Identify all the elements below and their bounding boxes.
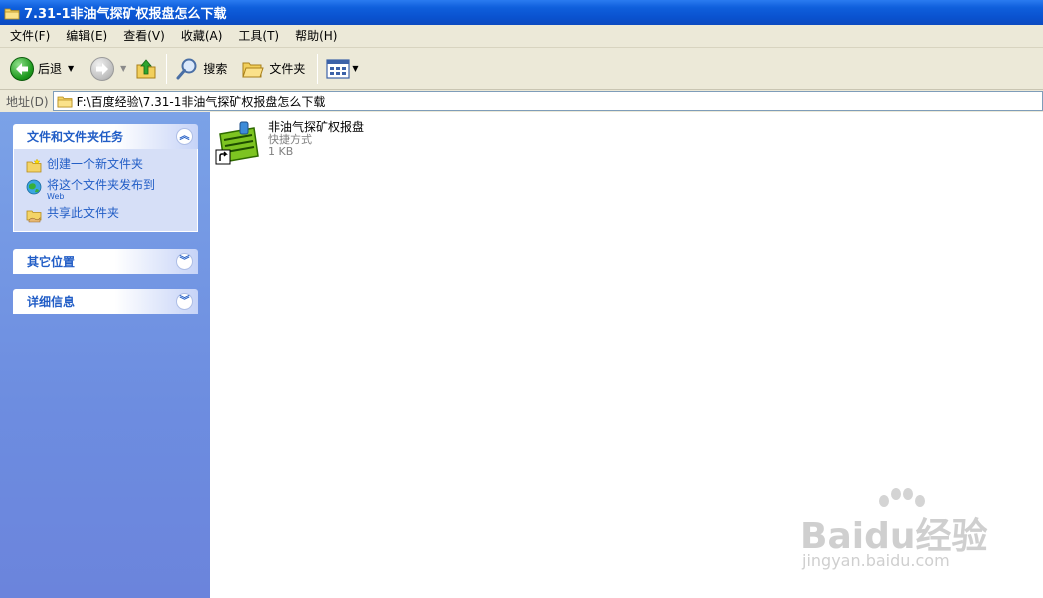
menu-favorites[interactable]: 收藏(A) <box>175 26 229 46</box>
task-label: 创建一个新文件夹 <box>47 157 144 171</box>
back-arrow-icon <box>10 56 34 81</box>
folders-button[interactable]: 文件夹 <box>237 52 309 86</box>
watermark-url: jingyan.baidu.com <box>802 551 950 570</box>
expand-chevron-icon[interactable]: ︾ <box>176 253 193 270</box>
folders-label: 文件夹 <box>269 62 306 76</box>
details-panel: 详细信息 ︾ <box>13 289 198 314</box>
other-places-panel: 其它位置 ︾ <box>13 249 198 274</box>
folder-icon <box>57 94 73 108</box>
tasks-list: 创建一个新文件夹 将这个文件夹发布到 Web 共享此文件夹 <box>13 149 198 232</box>
back-label: 后退 <box>38 62 63 76</box>
title-bar[interactable]: 7.31-1非油气探矿权报盘怎么下载 <box>0 0 1043 25</box>
baidu-watermark-logo: Baidu经验 jingyan.baidu.com <box>800 487 1000 582</box>
task-label: 将这个文件夹发布到 <box>47 178 156 192</box>
panel-title: 详细信息 <box>27 295 76 309</box>
share-folder-icon <box>26 207 42 223</box>
task-sublabel: Web <box>47 192 65 201</box>
details-header[interactable]: 详细信息 ︾ <box>13 289 198 314</box>
search-icon <box>175 57 199 81</box>
panel-title: 文件和文件夹任务 <box>27 130 124 144</box>
menu-tools[interactable]: 工具(T) <box>232 26 285 46</box>
new-folder-icon <box>26 158 42 174</box>
address-path: F:\百度经验\7.31-1非油气探矿权报盘怎么下载 <box>76 94 326 109</box>
expand-chevron-icon[interactable]: ︾ <box>176 293 193 310</box>
other-places-header[interactable]: 其它位置 ︾ <box>13 249 198 274</box>
folders-icon <box>241 57 265 81</box>
folder-icon <box>4 6 20 20</box>
file-info: 非油气探矿权报盘 快捷方式 1 KB <box>268 121 364 168</box>
file-folder-tasks-header[interactable]: 文件和文件夹任务 ︽ <box>13 124 198 149</box>
menu-bar: 文件(F) 编辑(E) 查看(V) 收藏(A) 工具(T) 帮助(H) <box>0 25 1043 48</box>
task-new-folder[interactable]: 创建一个新文件夹 <box>26 157 197 174</box>
task-label: 共享此文件夹 <box>47 206 120 220</box>
menu-view[interactable]: 查看(V) <box>117 26 171 46</box>
toolbar-separator <box>166 53 168 84</box>
globe-icon <box>26 179 42 195</box>
address-bar: 地址(D) F:\百度经验\7.31-1非油气探矿权报盘怎么下载 <box>0 90 1043 112</box>
search-button[interactable]: 搜索 <box>171 52 231 86</box>
views-button[interactable]: ▼ <box>322 52 362 86</box>
task-pane: 文件和文件夹任务 ︽ 创建一个新文件夹 将这个文件夹发布到 Web 共享此文件夹… <box>0 112 210 598</box>
file-size: 1 KB <box>268 145 294 158</box>
task-share-folder[interactable]: 共享此文件夹 <box>26 206 197 223</box>
window-title: 7.31-1非油气探矿权报盘怎么下载 <box>24 7 227 22</box>
forward-button[interactable]: ▼ <box>86 52 130 86</box>
forward-arrow-icon <box>90 56 115 81</box>
menu-edit[interactable]: 编辑(E) <box>60 26 113 46</box>
up-folder-icon <box>134 57 158 81</box>
address-label: 地址(D) <box>6 94 49 109</box>
views-icon <box>326 58 350 80</box>
file-folder-tasks-panel: 文件和文件夹任务 ︽ 创建一个新文件夹 将这个文件夹发布到 Web 共享此文件夹 <box>13 124 198 232</box>
panel-title: 其它位置 <box>27 255 76 269</box>
forward-dropdown-icon[interactable]: ▼ <box>120 64 126 73</box>
task-text: 将这个文件夹发布到 Web <box>47 178 155 202</box>
address-input[interactable]: F:\百度经验\7.31-1非油气探矿权报盘怎么下载 <box>52 91 1043 111</box>
up-folder-button[interactable] <box>130 52 162 86</box>
toolbar-separator <box>317 53 319 84</box>
menu-file[interactable]: 文件(F) <box>4 26 56 46</box>
search-label: 搜索 <box>203 62 228 76</box>
collapse-chevron-icon[interactable]: ︽ <box>176 128 193 145</box>
back-button[interactable]: 后退 ▼ <box>6 52 78 86</box>
toolbar: 后退 ▼ ▼ 搜索 文件夹 ▼ <box>0 48 1043 90</box>
file-item-shortcut[interactable]: 非油气探矿权报盘 快捷方式 1 KB <box>214 120 364 168</box>
menu-help[interactable]: 帮助(H) <box>289 26 343 46</box>
views-dropdown-icon[interactable]: ▼ <box>352 64 358 73</box>
task-publish-web[interactable]: 将这个文件夹发布到 Web <box>26 178 197 202</box>
back-dropdown-icon[interactable]: ▼ <box>68 64 74 73</box>
shortcut-app-icon <box>214 120 262 168</box>
